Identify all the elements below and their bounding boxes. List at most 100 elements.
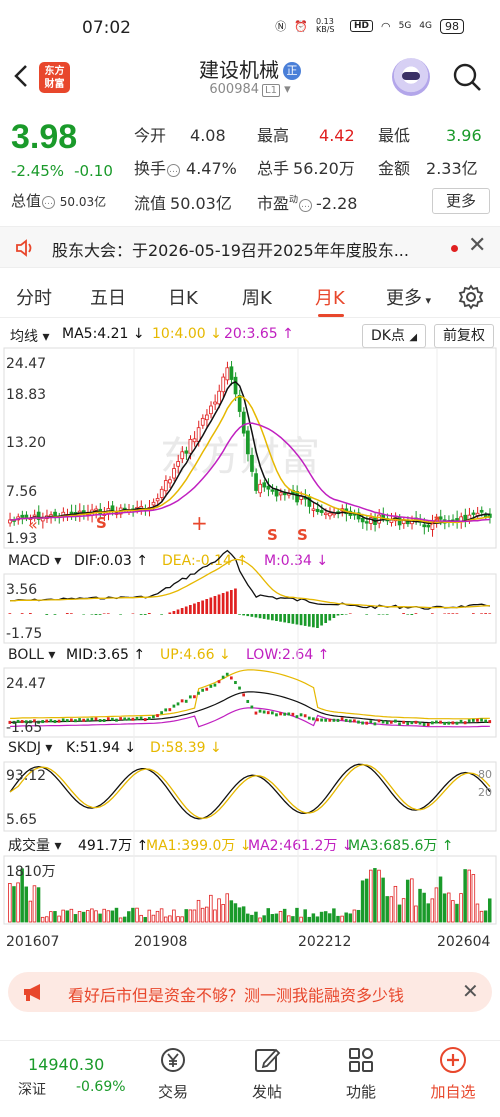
volume-bar: [209, 894, 213, 923]
financing-banner[interactable]: 看好后市但是资金不够？测一测我能融资多少钱 ✕: [8, 972, 492, 1012]
macd-bar: [303, 614, 307, 626]
boll-candle: [172, 704, 176, 708]
volume-bar: [323, 911, 328, 923]
macd-bar: [147, 613, 151, 614]
macd-bar: [471, 613, 475, 614]
boll-candle: [176, 702, 180, 706]
volume-bar: [381, 877, 385, 923]
candle: [323, 512, 328, 516]
boll-candle: [439, 720, 442, 724]
buy-signal-marker[interactable]: +: [191, 511, 208, 535]
macd-bar: [70, 613, 73, 614]
boll-candle: [369, 720, 373, 724]
macd-bar: [188, 605, 192, 614]
candle: [237, 394, 242, 412]
volume-bar: [463, 869, 467, 923]
volume-bar: [254, 911, 258, 923]
volume-bar: [422, 892, 426, 923]
boll-candle: [246, 699, 250, 703]
volume-bar: [430, 898, 435, 923]
signal-arrows-icon[interactable]: ↗: [428, 511, 441, 530]
dea-line: [10, 558, 490, 609]
candle: [204, 414, 209, 421]
nav-add-watchlist[interactable]: 加自选: [423, 1045, 483, 1102]
macd-max-label: 3.56: [6, 582, 37, 598]
boll-candle: [353, 719, 356, 723]
macd-bar: [20, 613, 24, 614]
volume-bar: [53, 911, 57, 923]
volume-bar: [410, 878, 414, 923]
candle: [233, 376, 238, 395]
macd-bar: [29, 613, 32, 614]
dif-line: [10, 549, 490, 610]
candle: [172, 468, 176, 479]
boll-candle: [340, 717, 344, 721]
volume-bar: [65, 910, 70, 923]
sell-signal-marker[interactable]: S: [297, 526, 308, 544]
volume-bar: [401, 898, 406, 923]
macd-bar: [307, 614, 311, 627]
sell-signal-marker[interactable]: S: [267, 526, 278, 544]
d-line: [9, 764, 491, 820]
kline-chart[interactable]: 东方财富 24.47 18.83 13.20 7.56 1.93 3.56 -1…: [0, 0, 500, 1117]
volume-bar: [483, 910, 488, 923]
macd-bar: [332, 614, 336, 618]
macd-bar: [348, 613, 352, 614]
volume-bar: [348, 913, 353, 923]
candle: [188, 438, 193, 454]
volume-bar: [266, 908, 271, 923]
boll-candle: [102, 718, 106, 722]
nav-post[interactable]: 发帖: [237, 1045, 297, 1102]
yen-coin-icon: [161, 1048, 185, 1072]
volume-bar: [377, 869, 381, 923]
close-icon[interactable]: ✕: [462, 979, 479, 1003]
volume-bar: [426, 903, 430, 923]
candle: [20, 514, 25, 518]
macd-bar: [82, 614, 86, 615]
volume-bar: [28, 900, 33, 923]
macd-bar: [451, 613, 455, 614]
boll-candle: [377, 719, 381, 723]
boll-candle: [283, 712, 287, 716]
macd-min-label: -1.75: [6, 626, 42, 642]
boll-max-label: 24.47: [6, 676, 46, 692]
boll-candle: [209, 684, 213, 688]
volume-bar: [45, 916, 49, 923]
boll-candle: [410, 721, 414, 725]
boll-candle: [262, 710, 266, 714]
price-max-label: 24.47: [6, 356, 46, 372]
volume-bar: [168, 915, 172, 923]
macd-bar: [316, 614, 319, 628]
volume-bar: [90, 908, 94, 923]
candle: [217, 390, 221, 405]
macd-bar: [291, 614, 295, 624]
nav-trade[interactable]: 交易: [143, 1045, 203, 1102]
nav-trade-label: 交易: [157, 1083, 188, 1101]
volume-bar: [434, 887, 439, 923]
macd-bar: [217, 594, 221, 614]
sell-signal-marker[interactable]: S: [96, 514, 107, 532]
macd-bar: [184, 606, 188, 614]
boll-candle: [373, 722, 377, 726]
macd-bar: [430, 613, 434, 614]
volume-bar: [295, 907, 299, 923]
boll-candle: [443, 721, 446, 725]
volume-bar: [16, 882, 20, 923]
index-value[interactable]: 14940.30: [28, 1055, 104, 1074]
boll-candle: [332, 718, 336, 722]
nav-functions[interactable]: 功能: [331, 1045, 391, 1102]
signal-arrows-icon[interactable]: «: [28, 515, 38, 534]
candle: [163, 480, 168, 492]
boll-candle: [258, 709, 262, 713]
index-name[interactable]: 深证: [18, 1079, 46, 1099]
macd-bar: [271, 614, 274, 621]
boll-candle: [94, 717, 98, 721]
boll-candle: [271, 711, 274, 715]
volume-bar: [451, 900, 455, 923]
volume-bar: [135, 907, 139, 923]
price-label-3: 13.20: [6, 435, 46, 451]
macd-bar: [201, 600, 204, 614]
volume-bar: [446, 892, 451, 923]
boll-candle: [418, 721, 422, 725]
boll-candle: [406, 722, 410, 726]
